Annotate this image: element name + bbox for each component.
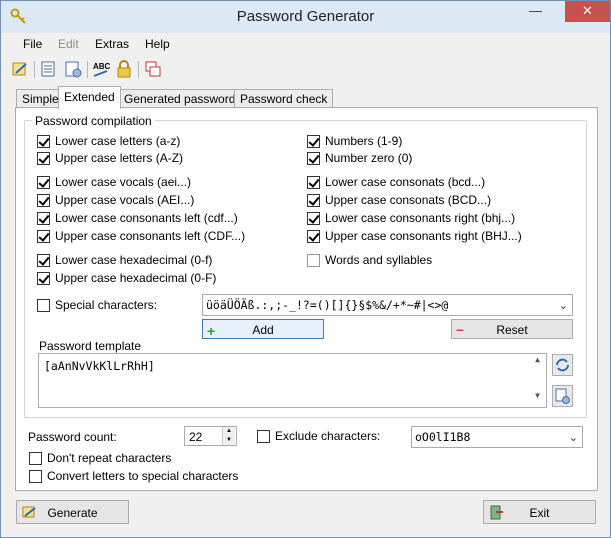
scroll-up-icon[interactable]: ▲ xyxy=(530,355,545,370)
tab-password-check[interactable]: Password check xyxy=(234,89,334,108)
checkbox-box[interactable] xyxy=(37,194,50,207)
tab-generated-passwords[interactable]: Generated passwords xyxy=(118,89,248,108)
exclude-characters-value: oO0lI1B8 xyxy=(415,430,471,444)
checkbox-label: Exclude characters: xyxy=(275,429,381,443)
checkbox-label: Upper case vocals (AEI...) xyxy=(55,193,195,207)
checkbox-label: Words and syllables xyxy=(325,253,433,267)
checkbox-box[interactable] xyxy=(307,152,320,165)
special-characters-value: üöäÜÖÄß.:,;-_!?=()[]{}§$%&/+*~#|<>@ xyxy=(206,298,449,312)
spin-down-icon[interactable]: ▼ xyxy=(222,436,235,445)
svg-text:ABC: ABC xyxy=(93,62,111,71)
spin-up-icon[interactable]: ▲ xyxy=(222,427,235,436)
exclude-characters-combo[interactable]: oO0lI1B8 ⌄ xyxy=(411,426,583,448)
checkbox-box[interactable] xyxy=(37,152,50,165)
settings-list-icon[interactable] xyxy=(63,59,83,79)
checkbox-label: Lower case consonants right (bhj...) xyxy=(325,211,516,225)
window-title: Password Generator xyxy=(236,8,375,25)
menu-file[interactable]: File xyxy=(23,37,42,51)
password-count-spinner[interactable]: 22 ▲ ▼ xyxy=(184,426,237,446)
checkbox-label: Upper case letters (A-Z) xyxy=(55,151,184,165)
minimize-button[interactable]: — xyxy=(522,1,549,22)
checkbox-label: Lower case hexadecimal (0-f) xyxy=(55,253,213,267)
checkbox-box[interactable] xyxy=(37,272,50,285)
checkbox-label: Lower case vocals (aei...) xyxy=(55,175,192,189)
group-title: Password compilation xyxy=(32,114,155,128)
checkbox-label: Lower case letters (a-z) xyxy=(55,134,181,148)
checkbox-box[interactable] xyxy=(37,135,50,148)
checkbox-box[interactable] xyxy=(307,254,320,267)
checkbox-box[interactable] xyxy=(307,194,320,207)
exit-button-label: Exit xyxy=(529,506,550,520)
add-button-label: Add xyxy=(252,323,274,337)
password-generator-window: Password Generator — ✕ File Edit Extras … xyxy=(0,0,611,538)
password-count-label: Password count: xyxy=(28,430,117,444)
add-button[interactable]: + Add xyxy=(202,319,324,339)
settings-icon xyxy=(555,388,570,404)
checkbox-box[interactable] xyxy=(29,452,42,465)
generate-button-label: Generate xyxy=(47,506,98,520)
checkbox-label: Lower case consonats (bcd...) xyxy=(325,175,486,189)
special-characters-combo[interactable]: üöäÜÖÄß.:,;-_!?=()[]{}§$%&/+*~#|<>@ ⌄ xyxy=(202,294,573,316)
menu-bar: File Edit Extras Help xyxy=(1,33,610,55)
checkbox-label: Number zero (0) xyxy=(325,151,413,165)
checkbox-box[interactable] xyxy=(257,430,270,443)
key-edit-icon[interactable] xyxy=(10,59,30,79)
toolbar-separator xyxy=(87,61,88,78)
checkbox-box[interactable] xyxy=(307,212,320,225)
checkbox-label: Upper case consonants right (BHJ...) xyxy=(325,229,522,243)
menu-extras[interactable]: Extras xyxy=(95,37,129,51)
toolbar: ABC xyxy=(1,56,610,84)
exit-button[interactable]: Exit xyxy=(483,500,596,524)
refresh-icon xyxy=(556,358,569,372)
checkbox-box[interactable] xyxy=(37,176,50,189)
generate-button[interactable]: Generate xyxy=(16,500,129,524)
reset-button[interactable]: – Reset xyxy=(451,319,573,339)
spell-check-icon[interactable]: ABC xyxy=(91,59,111,79)
password-template-value: [aAnNvVkKlLrRhH] xyxy=(44,359,155,373)
close-button[interactable]: ✕ xyxy=(565,1,610,22)
toolbar-separator xyxy=(138,61,139,78)
checkbox-box[interactable] xyxy=(37,230,50,243)
scroll-down-icon[interactable]: ▼ xyxy=(530,391,545,406)
checkbox-box[interactable] xyxy=(307,230,320,243)
password-template-label: Password template xyxy=(39,339,142,353)
checkbox-label: Special characters: xyxy=(55,298,158,312)
checkbox-box[interactable] xyxy=(307,176,320,189)
password-count-value: 22 xyxy=(189,430,203,444)
checkbox-box[interactable] xyxy=(37,254,50,267)
checkbox-label: Lower case consonants left (cdf...) xyxy=(55,211,238,225)
checkbox-label: Don't repeat characters xyxy=(47,451,172,465)
template-settings-button[interactable] xyxy=(552,385,573,407)
checkbox-label: Upper case hexadecimal (0-F) xyxy=(55,271,217,285)
checkbox-label: Numbers (1-9) xyxy=(325,134,403,148)
chevron-down-icon[interactable]: ⌄ xyxy=(559,299,568,312)
checkbox-box[interactable] xyxy=(29,470,42,483)
password-template-input[interactable]: [aAnNvVkKlLrRhH] ▲ ▼ xyxy=(38,353,547,408)
refresh-template-button[interactable] xyxy=(552,354,573,376)
menu-edit[interactable]: Edit xyxy=(58,37,79,51)
chevron-down-icon[interactable]: ⌄ xyxy=(569,431,578,444)
tab-extended[interactable]: Extended xyxy=(58,86,121,109)
title-bar: Password Generator — ✕ xyxy=(1,1,610,33)
toolbar-separator xyxy=(34,61,35,78)
windows-icon[interactable] xyxy=(143,59,163,79)
checkbox-box[interactable] xyxy=(37,212,50,225)
checkbox-label: Upper case consonants left (CDF...) xyxy=(55,229,246,243)
menu-help[interactable]: Help xyxy=(145,37,170,51)
checkbox-label: Convert letters to special characters xyxy=(47,469,239,483)
checkbox-label: Upper case consonats (BCD...) xyxy=(325,193,492,207)
reset-button-label: Reset xyxy=(496,323,528,337)
copy-list-icon[interactable] xyxy=(39,59,59,79)
lock-icon[interactable] xyxy=(114,59,134,79)
checkbox-box[interactable] xyxy=(37,299,50,312)
checkbox-box[interactable] xyxy=(307,135,320,148)
